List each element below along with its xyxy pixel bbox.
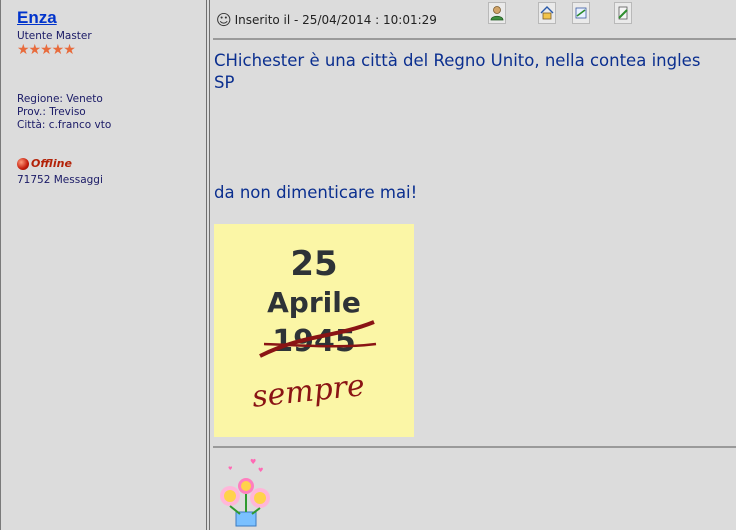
svg-text:♥: ♥ — [258, 467, 263, 474]
username-link[interactable]: Enza — [17, 8, 57, 28]
flower-pot-signature-icon: ♥ ♥ ♥ — [220, 458, 270, 527]
user-location: Regione: Veneto Prov.: Treviso Città: c.… — [17, 93, 111, 132]
edit-button[interactable] — [614, 2, 632, 24]
rating-stars: ★★★★★ — [17, 42, 76, 58]
offline-dot-icon — [17, 157, 29, 170]
svg-text:♥: ♥ — [228, 466, 233, 472]
user-region: Regione: Veneto — [17, 93, 103, 105]
reply-quote-icon — [575, 7, 587, 19]
status-badge: Offline — [17, 157, 72, 170]
post-text-line2: SP — [214, 73, 235, 92]
aprile-poster-image: 25 Aprile 1945 sempre — [214, 224, 414, 437]
edit-icon — [618, 6, 628, 20]
user-profile-icon — [490, 6, 504, 21]
post-header-divider — [213, 38, 736, 40]
posted-date: Inserito il - 25/04/2014 : 10:01:29 — [234, 13, 437, 27]
post-text-line3: da non dimenticare mai! — [214, 183, 418, 202]
home-icon — [540, 6, 554, 20]
post-area: ☺ Inserito il - 25/04/2014 : 10:01:29 CH… — [209, 0, 736, 530]
svg-text:♥: ♥ — [250, 458, 256, 466]
signature-divider — [213, 446, 736, 448]
smiley-icon: ☺ — [216, 11, 232, 29]
post-header: ☺ Inserito il - 25/04/2014 : 10:01:29 — [216, 6, 736, 34]
profile-button[interactable] — [488, 2, 506, 24]
post-text-line1: CHichester è una città del Regno Unito, … — [214, 51, 701, 70]
page-frame: Enza Utente Master ★★★★★ Regione: Veneto… — [0, 0, 736, 530]
home-button[interactable] — [538, 2, 556, 24]
user-city: Città: c.franco vto — [17, 119, 112, 131]
user-sidebar: Enza Utente Master ★★★★★ Regione: Veneto… — [9, 0, 207, 530]
reply-quote-button[interactable] — [572, 2, 590, 24]
status-label: Offline — [31, 157, 72, 170]
message-count: 71752 Messaggi — [17, 174, 103, 186]
user-province: Prov.: Treviso — [17, 106, 86, 118]
